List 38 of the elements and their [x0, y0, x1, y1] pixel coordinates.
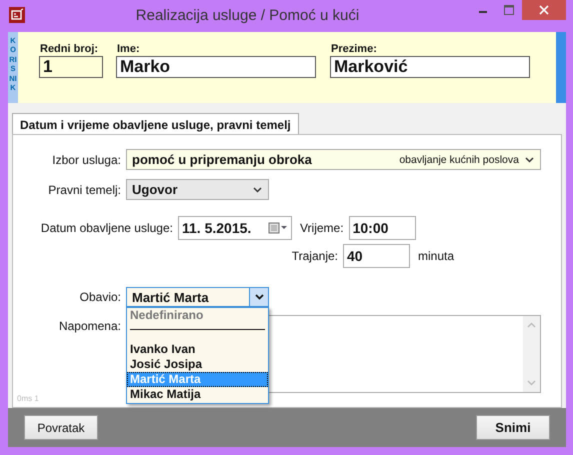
- field-label: Ime:: [117, 43, 141, 56]
- field-label: Redni broj:: [40, 43, 100, 56]
- input-field[interactable]: Marko: [116, 56, 316, 78]
- chevron-down-icon: [253, 186, 262, 192]
- maximize-icon: [504, 5, 514, 15]
- field-label: Trajanje:: [290, 249, 339, 263]
- field-label: Pravni temelj:: [47, 182, 122, 196]
- chevron-down-icon: [525, 156, 534, 162]
- input-field[interactable]: 1: [39, 56, 103, 78]
- time-field[interactable]: 10:00: [348, 216, 416, 240]
- scroll-strip: [556, 32, 566, 103]
- tab[interactable]: Datum i vrijeme obavljene usluge, pravni temelj: [12, 113, 299, 135]
- calendar-icon[interactable]: [268, 222, 288, 234]
- date-picker[interactable]: 11. 5.2015.: [178, 216, 292, 240]
- close-icon: [539, 5, 549, 15]
- performer-dropdown[interactable]: Martić Marta: [126, 287, 269, 307]
- close-button[interactable]: [522, 0, 566, 20]
- legal-basis-dropdown[interactable]: Ugovor: [126, 179, 269, 200]
- field-label: Izbor usluga:: [51, 152, 122, 166]
- field-label: Napomena:: [58, 318, 122, 333]
- list-option[interactable]: Nedefinirano: [127, 308, 268, 323]
- list-option[interactable]: Josić Josipa: [127, 357, 268, 372]
- list-option[interactable]: Ivanko Ivan: [127, 342, 268, 357]
- status-text: 0ms 1: [17, 394, 39, 403]
- app-icon: [9, 7, 25, 23]
- window-title: Realizacija usluge / Pomoć u kući: [134, 6, 360, 24]
- input-field[interactable]: Marković: [330, 56, 530, 78]
- service-dropdown[interactable]: pomoć u pripremanju obroka obavljanje kućnih poslova: [126, 149, 541, 170]
- chevron-down-icon: [254, 294, 264, 300]
- unit-label: minuta: [418, 249, 454, 263]
- field-label: Datum obavljene usluge:: [40, 221, 174, 235]
- back-button[interactable]: Povratak: [24, 415, 98, 440]
- save-button[interactable]: Snimi: [476, 415, 550, 440]
- list-option[interactable]: Mikac Matija: [127, 387, 268, 402]
- field-label: Vrijeme:: [299, 221, 345, 235]
- field-label: Obavio:: [78, 290, 122, 304]
- field-label: Prezime:: [331, 43, 378, 56]
- duration-field[interactable]: 40: [343, 244, 410, 268]
